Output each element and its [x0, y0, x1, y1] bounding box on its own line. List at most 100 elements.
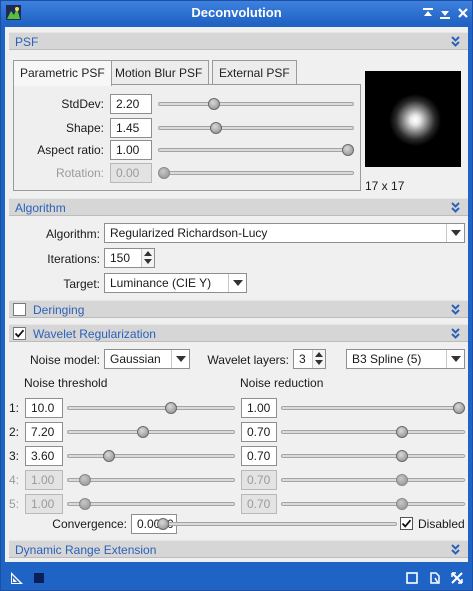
section-deringing-label: Deringing [33, 303, 85, 317]
chevron-down-icon[interactable] [446, 224, 464, 242]
slider-handle[interactable] [209, 122, 222, 134]
layer-label: 5: [9, 497, 20, 511]
noise-reduction-field[interactable]: 0.70 [241, 446, 277, 466]
psf-size-label: 17 x 17 [365, 179, 405, 193]
chevron-down-icon[interactable] [451, 202, 460, 213]
iterations-spinbox[interactable]: 150 [104, 248, 155, 268]
section-psf[interactable]: PSF [9, 32, 468, 50]
deconvolution-window: Deconvolution PSF Parametric PSF Motion … [0, 0, 473, 591]
noise-model-label: Noise model: [29, 353, 100, 367]
slider-handle[interactable] [165, 402, 178, 414]
chevron-down-icon[interactable] [451, 304, 460, 315]
noise-threshold-slider[interactable] [67, 401, 235, 415]
convergence-slider[interactable] [157, 517, 397, 531]
rotation-field: 0.00 [110, 163, 152, 183]
slider-handle[interactable] [137, 426, 150, 438]
disabled-checkbox[interactable] [400, 517, 413, 530]
noise-reduction-slider[interactable] [281, 425, 465, 439]
slider-handle[interactable] [396, 426, 409, 438]
slider-handle[interactable] [157, 518, 169, 530]
section-dynamic-range-label: Dynamic Range Extension [15, 543, 157, 557]
slider-handle [79, 498, 92, 510]
tab-external-psf[interactable]: External PSF [212, 60, 297, 85]
arrow-down-icon[interactable] [144, 259, 152, 264]
algorithm-label: Algorithm: [45, 227, 100, 241]
target-combo[interactable]: Luminance (CIE Y) [104, 273, 247, 293]
stddev-label: StdDev: [61, 97, 104, 111]
slider-handle[interactable] [102, 450, 115, 462]
deringing-checkbox[interactable] [13, 303, 26, 316]
apply-global-icon[interactable] [33, 572, 45, 584]
close-icon[interactable] [456, 6, 470, 20]
rotation-slider [158, 166, 354, 180]
title-bar[interactable]: Deconvolution [1, 1, 472, 25]
chevron-down-icon[interactable] [451, 328, 460, 339]
shape-slider[interactable] [158, 121, 354, 135]
section-deringing[interactable]: Deringing [9, 300, 468, 318]
noise-reduction-slider [281, 473, 465, 487]
wavelet-regularization-checkbox[interactable] [13, 327, 26, 340]
shape-label: Shape: [65, 121, 104, 135]
noise-threshold-header: Noise threshold [24, 376, 108, 390]
slider-handle[interactable] [342, 144, 354, 156]
stddev-slider[interactable] [158, 97, 354, 111]
noise-reduction-slider[interactable] [281, 401, 465, 415]
arrow-up-icon[interactable] [315, 352, 323, 357]
chevron-down-icon[interactable] [446, 350, 464, 368]
noise-model-combo[interactable]: Gaussian [104, 349, 190, 369]
wavelet-layers-label: Wavelet layers: [207, 353, 289, 367]
reset-icon[interactable] [451, 572, 463, 584]
slider-handle[interactable] [453, 402, 465, 414]
checkmark-icon [401, 519, 412, 528]
arrow-down-icon[interactable] [315, 360, 323, 365]
noise-reduction-field: 0.70 [241, 470, 277, 490]
layer-label: 4: [9, 473, 20, 487]
noise-threshold-field[interactable]: 7.20 [25, 422, 63, 442]
convergence-label: Convergence: [52, 517, 127, 531]
documentation-icon[interactable] [429, 572, 441, 584]
checkmark-icon [14, 329, 25, 338]
preview-icon[interactable] [406, 572, 418, 584]
tab-parametric-psf[interactable]: Parametric PSF [13, 60, 112, 86]
shade-icon[interactable] [438, 6, 452, 20]
shape-field[interactable]: 1.45 [110, 118, 152, 138]
slider-handle [396, 474, 409, 486]
new-instance-icon[interactable] [11, 572, 23, 584]
stddev-field[interactable]: 2.20 [110, 94, 152, 114]
algorithm-combo[interactable]: Regularized Richardson-Lucy [104, 223, 465, 243]
layer-label: 2: [9, 425, 20, 439]
noise-threshold-field[interactable]: 10.0 [25, 398, 63, 418]
section-wavelet-regularization[interactable]: Wavelet Regularization [9, 324, 468, 342]
noise-threshold-slider[interactable] [67, 449, 235, 463]
layer-label: 1: [9, 401, 20, 415]
noise-reduction-field[interactable]: 1.00 [241, 398, 277, 418]
arrow-up-icon[interactable] [144, 251, 152, 256]
slider-handle[interactable] [396, 450, 409, 462]
section-algorithm[interactable]: Algorithm [9, 198, 468, 216]
wavelet-layers-spinbox[interactable]: 3 [293, 349, 326, 369]
slider-handle [158, 167, 170, 179]
tab-motion-blur-psf[interactable]: Motion Blur PSF [108, 60, 210, 85]
section-dynamic-range-extension[interactable]: Dynamic Range Extension [9, 540, 468, 558]
scaling-function-combo[interactable]: B3 Spline (5) [346, 349, 465, 369]
chevron-down-icon[interactable] [171, 350, 189, 368]
pin-icon[interactable] [421, 6, 435, 20]
noise-threshold-slider[interactable] [67, 425, 235, 439]
chevron-down-icon[interactable] [451, 544, 460, 555]
aspect-ratio-slider[interactable] [158, 143, 354, 157]
noise-reduction-field: 0.70 [241, 494, 277, 514]
noise-threshold-field[interactable]: 3.60 [25, 446, 63, 466]
chevron-down-icon[interactable] [451, 36, 460, 47]
rotation-label: Rotation: [55, 166, 104, 180]
noise-reduction-slider[interactable] [281, 449, 465, 463]
control-bar [1, 563, 472, 590]
slider-handle [79, 474, 92, 486]
aspect-ratio-label: Aspect ratio: [37, 143, 104, 157]
slider-handle[interactable] [207, 98, 220, 110]
window-title: Deconvolution [191, 5, 282, 20]
noise-reduction-field[interactable]: 0.70 [241, 422, 277, 442]
noise-threshold-field: 1.00 [25, 494, 63, 514]
aspect-ratio-field[interactable]: 1.00 [110, 140, 152, 160]
chevron-down-icon[interactable] [228, 274, 246, 292]
iterations-label: Iterations: [47, 252, 100, 266]
